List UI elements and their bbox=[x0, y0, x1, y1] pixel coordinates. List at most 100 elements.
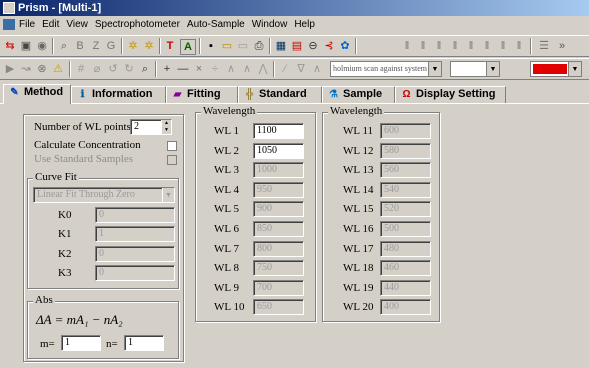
wl-field[interactable]: 540 bbox=[380, 181, 431, 198]
channel-8-icon[interactable]: ǁ bbox=[512, 39, 526, 53]
wl-field[interactable]: 1100 bbox=[253, 123, 304, 139]
menu-edit[interactable]: Edit bbox=[42, 19, 59, 30]
channel-2-icon[interactable]: ǁ bbox=[416, 39, 430, 53]
tab-sample[interactable]: ⚗ Sample bbox=[322, 86, 395, 103]
menu-window[interactable]: Window bbox=[252, 19, 288, 30]
tab-fitting[interactable]: ▰ Fitting bbox=[166, 86, 238, 103]
menu-file[interactable]: File bbox=[19, 19, 35, 30]
tab-method[interactable]: ✎ Method bbox=[3, 84, 71, 104]
marker-icon[interactable]: ⊰ bbox=[322, 39, 336, 53]
gain-icon[interactable]: G bbox=[104, 39, 118, 53]
connect-icon[interactable]: ⇆ bbox=[3, 39, 17, 53]
wl-field[interactable]: 850 bbox=[253, 221, 304, 237]
wl-field[interactable]: 480 bbox=[380, 240, 431, 257]
lamp-icon[interactable]: ✲ bbox=[126, 39, 140, 53]
magnify-icon[interactable]: ⌕ bbox=[138, 62, 152, 76]
chevron-down-icon[interactable]: ▼ bbox=[428, 62, 441, 76]
area-icon[interactable]: ⋀ bbox=[256, 62, 270, 76]
wl-field[interactable]: 800 bbox=[253, 240, 304, 257]
sample-cell-icon[interactable]: ◉ bbox=[35, 39, 49, 53]
hline-icon[interactable]: — bbox=[176, 62, 190, 76]
menu-auto-sample[interactable]: Auto-Sample bbox=[187, 19, 245, 30]
chevron-down-icon[interactable]: ▼ bbox=[486, 62, 499, 76]
play-icon[interactable]: ▶ bbox=[3, 62, 17, 76]
zero-icon[interactable]: Z bbox=[89, 39, 103, 53]
channel-6-icon[interactable]: ǁ bbox=[480, 39, 494, 53]
wl-field[interactable]: 580 bbox=[380, 142, 431, 159]
scan-b-icon[interactable]: B bbox=[73, 39, 87, 53]
channel-1-icon[interactable]: ǁ bbox=[400, 39, 414, 53]
zoom-icon[interactable]: ⌀ bbox=[90, 62, 104, 76]
xmark-icon[interactable]: × bbox=[192, 62, 206, 76]
color-select[interactable]: ▼ bbox=[530, 61, 582, 77]
wl-field[interactable]: 900 bbox=[253, 201, 304, 218]
warning-icon[interactable]: ⚠ bbox=[51, 62, 65, 76]
grid-icon[interactable]: # bbox=[74, 62, 88, 76]
wl-field[interactable]: 750 bbox=[253, 260, 304, 277]
redo-icon[interactable]: ↻ bbox=[122, 62, 136, 76]
wl-field[interactable]: 1000 bbox=[253, 162, 304, 179]
wl-field[interactable]: 560 bbox=[380, 162, 431, 179]
menu-view[interactable]: View bbox=[66, 19, 88, 30]
channel-4-icon[interactable]: ǁ bbox=[448, 39, 462, 53]
wl-field[interactable]: 650 bbox=[253, 299, 304, 316]
wl-field[interactable]: 460 bbox=[380, 260, 431, 277]
k2-field[interactable]: 0 bbox=[95, 246, 175, 262]
wl-field[interactable]: 500 bbox=[380, 221, 431, 237]
channel-3-icon[interactable]: ǁ bbox=[432, 39, 446, 53]
derivative-icon[interactable]: ∧ bbox=[310, 62, 324, 76]
wl-field[interactable]: 950 bbox=[253, 181, 304, 198]
tab-display-setting[interactable]: Ω Display Setting bbox=[395, 86, 506, 103]
calc-conc-checkbox[interactable] bbox=[167, 141, 177, 151]
absorbance-icon[interactable]: A bbox=[180, 39, 196, 55]
n-field[interactable]: 1 bbox=[124, 335, 164, 351]
crosshair-icon[interactable]: + bbox=[160, 62, 174, 76]
menu-help[interactable]: Help bbox=[294, 19, 315, 30]
menu-spectrophotometer[interactable]: Spectrophotometer bbox=[95, 19, 180, 30]
lamp-off-icon[interactable]: ✲ bbox=[142, 39, 156, 53]
use-std-checkbox[interactable] bbox=[167, 155, 177, 165]
line-style-select[interactable]: ▼ bbox=[450, 61, 500, 77]
tab-information[interactable]: ℹ Information bbox=[71, 86, 166, 103]
table-icon[interactable]: ▦ bbox=[274, 39, 288, 53]
curve-fit-select[interactable]: Linear Fit Through Zero ▼ bbox=[33, 187, 175, 203]
wl-field[interactable]: 600 bbox=[380, 123, 431, 139]
channel-7-icon[interactable]: ǁ bbox=[496, 39, 510, 53]
wl-field[interactable]: 440 bbox=[380, 279, 431, 296]
num-wl-spinner[interactable]: 2 ▲ ▼ bbox=[130, 119, 172, 135]
print-icon[interactable]: ⎙ bbox=[252, 39, 266, 53]
k1-field[interactable]: 1 bbox=[95, 226, 175, 242]
tab-standard[interactable]: ╬ Standard bbox=[238, 86, 322, 103]
chevron-down-icon[interactable]: ▼ bbox=[162, 188, 174, 202]
transmittance-icon[interactable]: T bbox=[163, 39, 177, 53]
folder-icon[interactable]: ▭ bbox=[236, 39, 250, 53]
divide-icon[interactable]: ÷ bbox=[208, 62, 222, 76]
list-icon[interactable]: ☰ bbox=[537, 39, 551, 53]
peak-mark-icon[interactable]: ∧ bbox=[224, 62, 238, 76]
instrument-icon[interactable]: ▣ bbox=[19, 39, 33, 53]
document-menu-icon[interactable] bbox=[3, 19, 15, 30]
k0-field[interactable]: 0 bbox=[95, 207, 175, 223]
valley-mark-icon[interactable]: ∧ bbox=[240, 62, 254, 76]
wl-field[interactable]: 400 bbox=[380, 299, 431, 316]
vertical-line-icon[interactable]: ∇ bbox=[294, 62, 308, 76]
k3-field[interactable]: 0 bbox=[95, 265, 175, 281]
graph-icon[interactable]: ▤ bbox=[290, 39, 304, 53]
chevron-down-icon[interactable]: ▼ bbox=[568, 62, 581, 76]
slope-icon[interactable]: ⁄ bbox=[278, 62, 292, 76]
m-field[interactable]: 1 bbox=[61, 335, 101, 351]
channel-5-icon[interactable]: ǁ bbox=[464, 39, 478, 53]
scan-icon[interactable]: ⌕ bbox=[57, 39, 71, 53]
wl-field[interactable]: 700 bbox=[253, 279, 304, 296]
undo-icon[interactable]: ↺ bbox=[106, 62, 120, 76]
spinner-arrows-icon[interactable]: ▲ ▼ bbox=[161, 120, 171, 134]
save-icon[interactable]: ▪ bbox=[204, 39, 218, 53]
more-chevron-icon[interactable]: » bbox=[555, 39, 569, 53]
settings-icon[interactable]: ✿ bbox=[338, 39, 352, 53]
wl-field[interactable]: 1050 bbox=[253, 142, 304, 159]
stop-icon[interactable]: ⊗ bbox=[35, 62, 49, 76]
arrow-icon[interactable]: ↝ bbox=[19, 62, 33, 76]
open-folder-icon[interactable]: ▭ bbox=[220, 39, 234, 53]
wl-field[interactable]: 520 bbox=[380, 201, 431, 218]
scan-select[interactable]: holmium scan against system ▼ bbox=[330, 61, 442, 77]
